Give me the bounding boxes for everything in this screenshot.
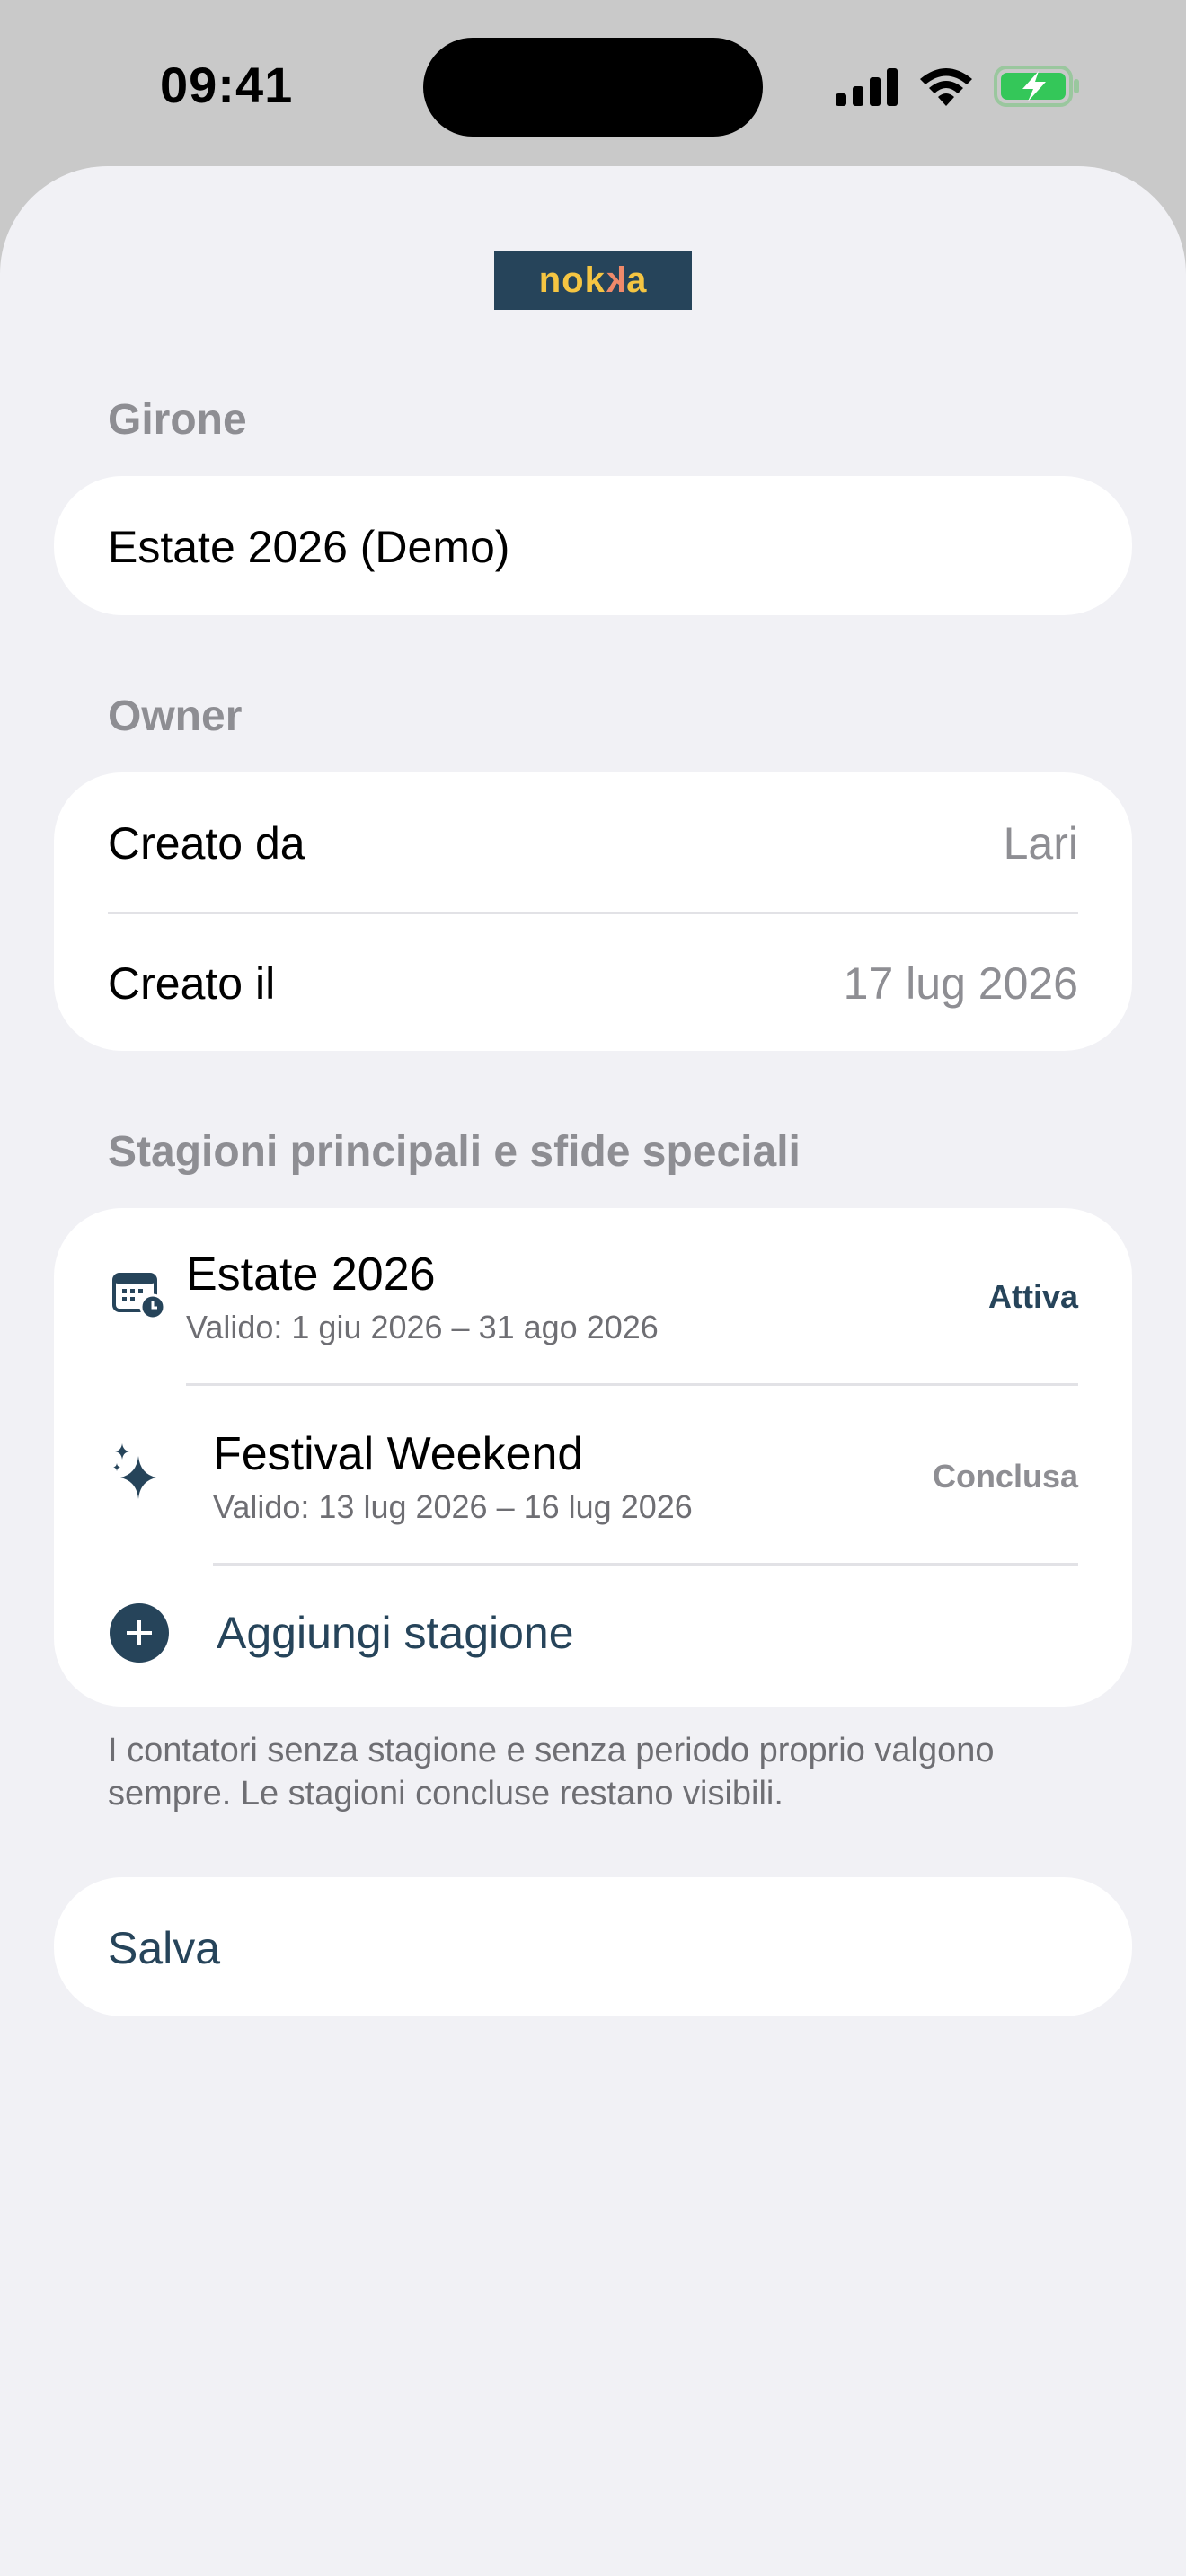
bottom-sheet: no k k a Girone Estate 2026 (Demo) Owner Cr…: [0, 166, 1186, 2576]
sparkles-icon: [113, 1443, 156, 1499]
owner-divider: [108, 912, 1078, 914]
owner-section-label: Owner: [108, 693, 243, 740]
created-on-label: Creato il: [108, 958, 276, 1009]
save-button[interactable]: Salva: [54, 1877, 1132, 2016]
status-icons: [836, 63, 1082, 110]
status-badge: Conclusa: [932, 1458, 1078, 1495]
add-season-label: Aggiungi stagione: [217, 1608, 574, 1658]
created-by-label: Creato da: [108, 818, 305, 869]
logo-text-k2: k: [605, 260, 627, 300]
signal-icon: [836, 68, 898, 106]
logo-text-b: a: [626, 260, 648, 300]
status-badge: Attiva: [987, 1278, 1078, 1315]
calendar-clock-icon: [112, 1273, 165, 1319]
logo-text-k1: k: [584, 260, 606, 300]
status-bar: 09:41: [0, 0, 1186, 171]
created-by-value: Lari: [1003, 818, 1078, 869]
logo-text-a: no: [538, 260, 585, 300]
add-season-button[interactable]: Aggiungi stagione: [54, 1566, 1132, 1707]
seasons-footnote: I contatori senza stagione e senza perio…: [108, 1732, 995, 1813]
plus-circle-icon: [110, 1603, 169, 1663]
season-subtitle: Valido: 1 giu 2026 – 31 ago 2026: [186, 1309, 659, 1345]
wifi-icon: [920, 68, 972, 106]
season-row[interactable]: Estate 2026 Valido: 1 giu 2026 – 31 ago …: [54, 1208, 1132, 1383]
season-title: Estate 2026: [186, 1248, 436, 1301]
girone-section-label: Girone: [108, 396, 247, 444]
season-row[interactable]: Festival Weekend Valido: 13 lug 2026 – 1…: [54, 1386, 1132, 1561]
created-on-value: 17 lug 2026: [843, 958, 1078, 1009]
battery-charging-icon: [994, 66, 1079, 107]
nokka-logo: no k k a: [494, 251, 692, 310]
girone-name: Estate 2026 (Demo): [108, 522, 510, 572]
season-title: Festival Weekend: [213, 1428, 584, 1480]
seasons-section-label: Stagioni principali e sfide speciali: [108, 1128, 801, 1176]
save-label: Salva: [108, 1923, 221, 1973]
season-subtitle: Valido: 13 lug 2026 – 16 lug 2026: [213, 1488, 693, 1525]
dynamic-island: [423, 38, 763, 137]
seasons-card: Estate 2026 Valido: 1 giu 2026 – 31 ago …: [54, 1208, 1132, 1707]
girone-name-field[interactable]: Estate 2026 (Demo): [54, 476, 1132, 615]
owner-card: Creato da Lari Creato il 17 lug 2026: [54, 772, 1132, 1051]
status-time: 09:41: [160, 57, 294, 113]
